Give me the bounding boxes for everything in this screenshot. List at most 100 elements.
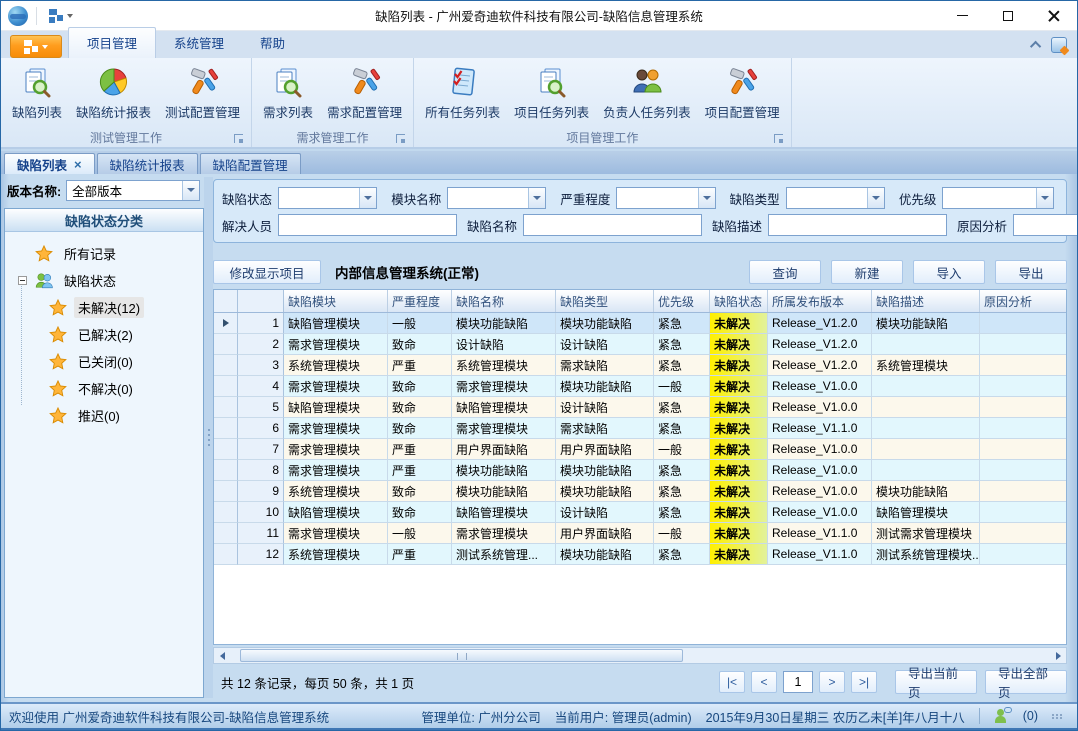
priority-filter[interactable]: [942, 187, 1054, 209]
table-cell[interactable]: 测试需求管理模块: [872, 523, 980, 544]
table-cell[interactable]: 致命: [388, 334, 452, 355]
new-button[interactable]: 新建: [831, 260, 903, 284]
table-cell[interactable]: [872, 334, 980, 355]
table-cell[interactable]: 缺陷管理模块: [452, 502, 556, 523]
table-cell[interactable]: 设计缺陷: [452, 334, 556, 355]
tree-item-defect-status[interactable]: 缺陷状态: [19, 267, 203, 294]
ribbon-tab-help[interactable]: 帮助: [242, 28, 303, 58]
resolver-input[interactable]: [278, 214, 457, 236]
table-cell[interactable]: [872, 418, 980, 439]
table-cell[interactable]: Release_V1.0.0: [768, 502, 872, 523]
table-cell[interactable]: 需求管理模块: [284, 418, 388, 439]
dropdown-button[interactable]: [182, 181, 199, 200]
query-button[interactable]: 查询: [749, 260, 821, 284]
doc-tab-defect-list[interactable]: 缺陷列表 ×: [4, 153, 95, 174]
table-cell[interactable]: [980, 313, 1067, 334]
table-row[interactable]: 7需求管理模块严重用户界面缺陷用户界面缺陷一般未解决Release_V1.0.0: [214, 439, 1067, 460]
help-icon[interactable]: [1051, 37, 1067, 53]
table-cell[interactable]: 一般: [654, 439, 710, 460]
table-cell[interactable]: 一般: [654, 376, 710, 397]
table-cell[interactable]: 需求管理模块: [452, 523, 556, 544]
ribbon-button-defect-report[interactable]: 缺陷统计报表: [71, 62, 156, 124]
table-cell[interactable]: 需求管理模块: [284, 523, 388, 544]
scroll-right-button[interactable]: [1050, 648, 1066, 663]
table-cell[interactable]: 用户界面缺陷: [556, 439, 654, 460]
table-cell[interactable]: 系统管理模块: [872, 355, 980, 376]
table-cell[interactable]: Release_V1.2.0: [768, 355, 872, 376]
table-cell[interactable]: 需求管理模块: [452, 418, 556, 439]
table-cell[interactable]: 紧急: [654, 313, 710, 334]
tree-item-unresolved[interactable]: 未解决(12): [19, 294, 203, 321]
table-cell[interactable]: [872, 460, 980, 481]
table-cell[interactable]: 模块功能缺陷: [872, 313, 980, 334]
ribbon-button-requirement-list[interactable]: 需求列表: [258, 62, 318, 124]
tree-item-resolved[interactable]: 已解决(2): [19, 321, 203, 348]
dialog-launcher-icon[interactable]: [774, 134, 783, 143]
import-button[interactable]: 导入: [913, 260, 985, 284]
table-cell[interactable]: 模块功能缺陷: [452, 460, 556, 481]
ribbon-button-owner-tasks[interactable]: 负责人任务列表: [598, 62, 696, 124]
table-cell[interactable]: 模块功能缺陷: [556, 313, 654, 334]
table-cell[interactable]: 测试系统管理...: [452, 544, 556, 565]
export-current-page-button[interactable]: 导出当前页: [895, 670, 977, 694]
table-cell[interactable]: [980, 523, 1067, 544]
column-header[interactable]: 缺陷模块: [284, 290, 388, 312]
prev-page-button[interactable]: <: [751, 671, 777, 693]
defect-status-filter[interactable]: [278, 187, 377, 209]
dropdown-button[interactable]: [1036, 188, 1053, 208]
table-cell[interactable]: 模块功能缺陷: [556, 544, 654, 565]
table-cell[interactable]: [980, 397, 1067, 418]
table-cell[interactable]: 未解决: [710, 418, 768, 439]
user-message-icon[interactable]: [994, 709, 1009, 724]
table-cell[interactable]: [980, 418, 1067, 439]
table-row[interactable]: 3系统管理模块严重系统管理模块需求缺陷紧急未解决Release_V1.2.0系统…: [214, 355, 1067, 376]
table-cell[interactable]: 设计缺陷: [556, 502, 654, 523]
table-row[interactable]: 8需求管理模块严重模块功能缺陷模块功能缺陷紧急未解决Release_V1.0.0: [214, 460, 1067, 481]
table-cell[interactable]: [980, 439, 1067, 460]
table-cell[interactable]: 致命: [388, 397, 452, 418]
table-cell[interactable]: 需求管理模块: [284, 439, 388, 460]
tree-item-wont-fix[interactable]: 不解决(0): [19, 375, 203, 402]
dropdown-button[interactable]: [528, 188, 545, 208]
resize-grip[interactable]: [1052, 714, 1063, 719]
close-tab-icon[interactable]: ×: [74, 158, 82, 171]
table-cell[interactable]: 缺陷管理模块: [284, 313, 388, 334]
table-cell[interactable]: 未解决: [710, 376, 768, 397]
ribbon-tab-system[interactable]: 系统管理: [156, 28, 242, 58]
table-cell[interactable]: [980, 376, 1067, 397]
table-cell[interactable]: 紧急: [654, 460, 710, 481]
table-cell[interactable]: 系统管理模块: [284, 544, 388, 565]
table-cell[interactable]: 设计缺陷: [556, 397, 654, 418]
table-row[interactable]: 5缺陷管理模块致命缺陷管理模块设计缺陷紧急未解决Release_V1.0.0: [214, 397, 1067, 418]
table-cell[interactable]: 未解决: [710, 439, 768, 460]
table-row[interactable]: 4需求管理模块致命需求管理模块模块功能缺陷一般未解决Release_V1.0.0: [214, 376, 1067, 397]
next-page-button[interactable]: >: [819, 671, 845, 693]
dropdown-button[interactable]: [867, 188, 884, 208]
table-cell[interactable]: 需求缺陷: [556, 355, 654, 376]
table-cell[interactable]: 需求管理模块: [452, 376, 556, 397]
table-cell[interactable]: 一般: [654, 523, 710, 544]
dialog-launcher-icon[interactable]: [234, 134, 243, 143]
table-cell[interactable]: 模块功能缺陷: [452, 481, 556, 502]
table-cell[interactable]: 紧急: [654, 334, 710, 355]
first-page-button[interactable]: |<: [719, 671, 745, 693]
ribbon-button-requirement-config[interactable]: 需求配置管理: [322, 62, 407, 124]
quick-access-toolbar-button[interactable]: [45, 7, 77, 25]
table-cell[interactable]: 系统管理模块: [284, 481, 388, 502]
scroll-left-button[interactable]: [214, 648, 230, 663]
table-cell[interactable]: 未解决: [710, 481, 768, 502]
table-cell[interactable]: 模块功能缺陷: [556, 376, 654, 397]
table-cell[interactable]: 紧急: [654, 397, 710, 418]
dialog-launcher-icon[interactable]: [396, 134, 405, 143]
defect-description-input[interactable]: [768, 214, 947, 236]
table-cell[interactable]: 需求管理模块: [284, 334, 388, 355]
maximize-button[interactable]: [985, 1, 1031, 30]
table-cell[interactable]: Release_V1.1.0: [768, 418, 872, 439]
column-header[interactable]: 原因分析: [980, 290, 1067, 312]
table-cell[interactable]: Release_V1.2.0: [768, 313, 872, 334]
table-cell[interactable]: Release_V1.0.0: [768, 460, 872, 481]
close-button[interactable]: [1031, 1, 1077, 30]
collapse-node-icon[interactable]: [18, 276, 27, 285]
table-row[interactable]: 11需求管理模块一般需求管理模块用户界面缺陷一般未解决Release_V1.1.…: [214, 523, 1067, 544]
table-cell[interactable]: 用户界面缺陷: [452, 439, 556, 460]
